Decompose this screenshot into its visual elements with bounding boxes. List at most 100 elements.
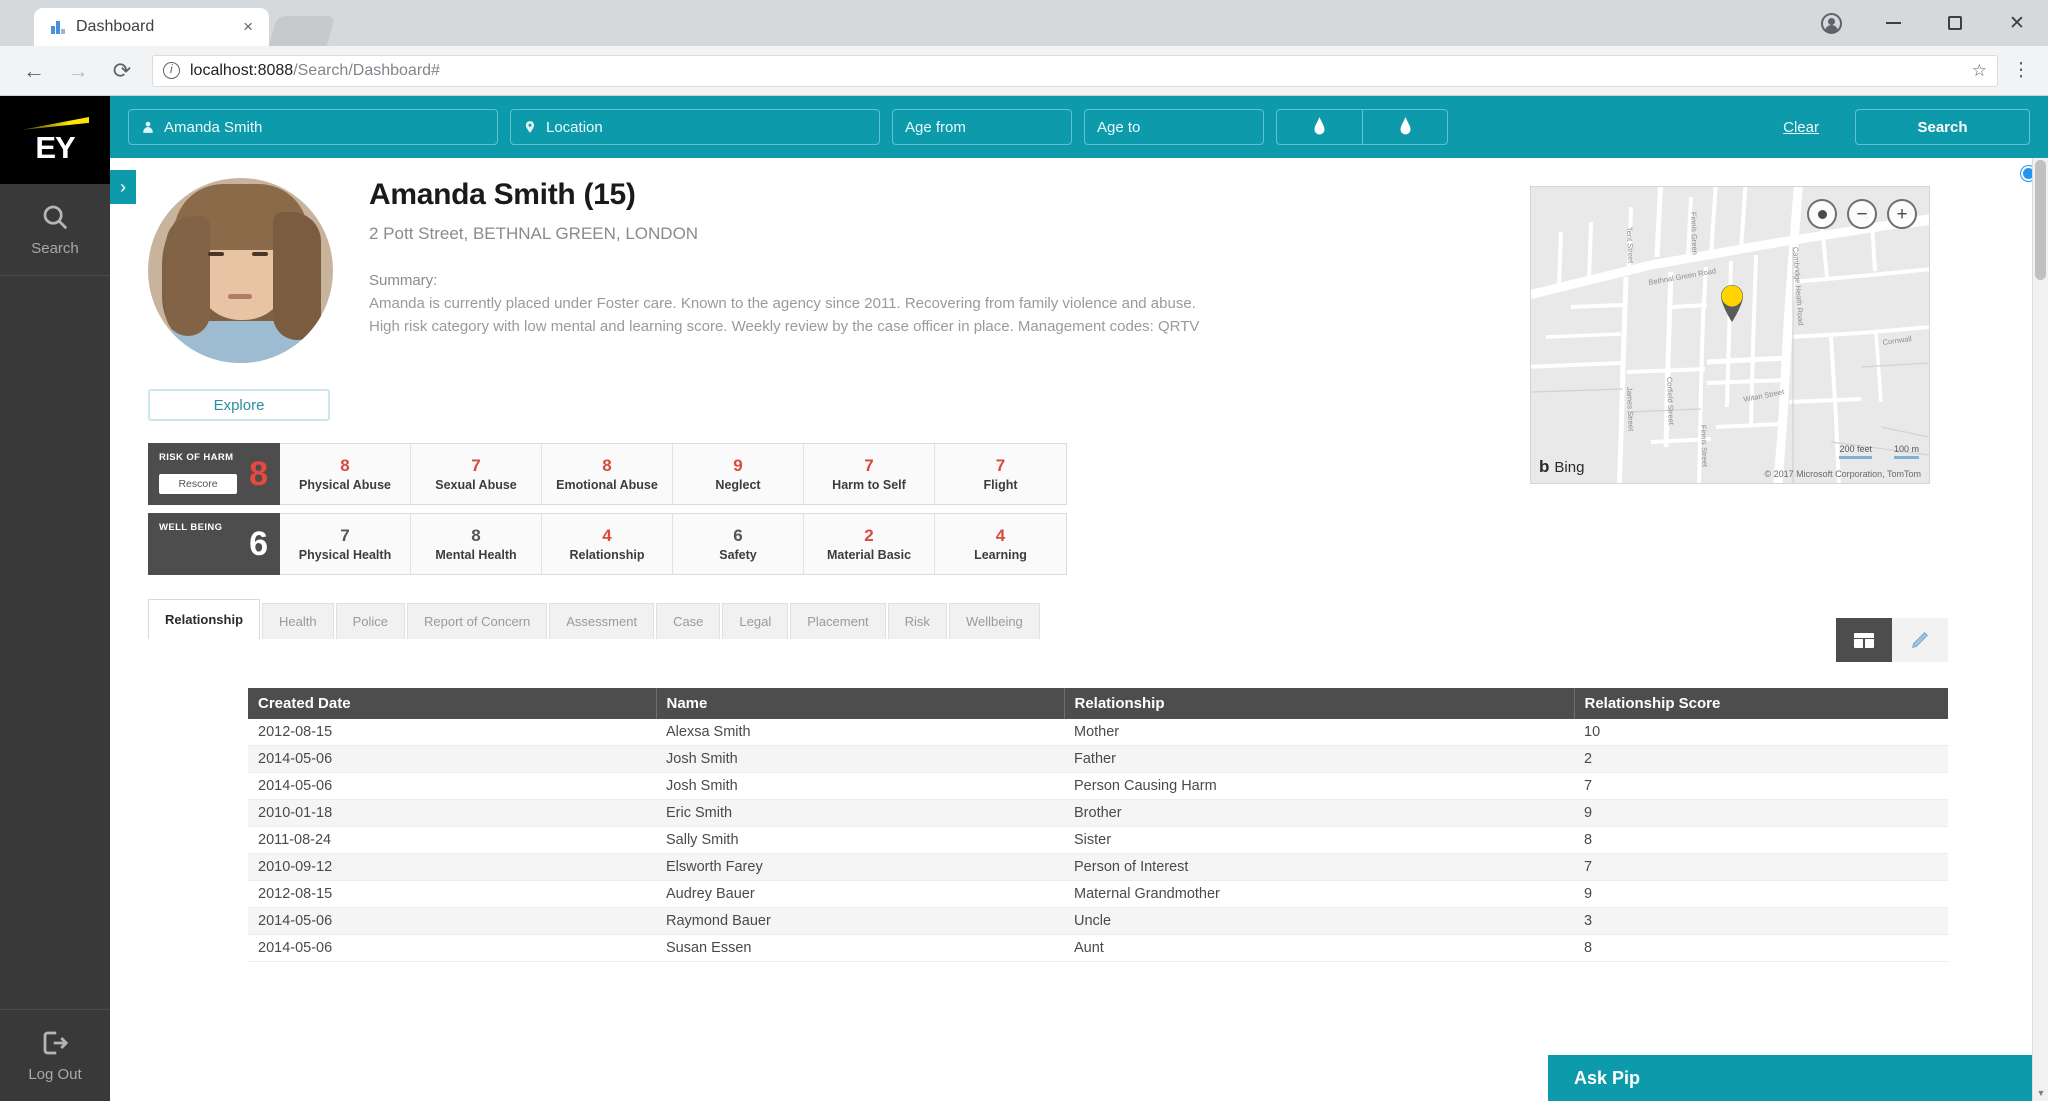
- address-bar[interactable]: localhost:8088/Search/Dashboard# ☆: [152, 55, 1998, 87]
- tab-risk[interactable]: Risk: [888, 603, 947, 639]
- site-info-icon[interactable]: [163, 62, 180, 79]
- tab-case[interactable]: Case: [656, 603, 720, 639]
- risk-of-harm-cells: 8 Physical Abuse 7 Sexual Abuse 8 Emotio…: [280, 443, 1067, 505]
- vertical-scrollbar[interactable]: ▲ ▼: [2032, 158, 2048, 1101]
- score-cell-neglect[interactable]: 9 Neglect: [673, 444, 804, 504]
- cell-relationship: Aunt: [1064, 935, 1574, 962]
- bookmark-star-icon[interactable]: ☆: [1972, 61, 1987, 81]
- tab-wellbeing[interactable]: Wellbeing: [949, 603, 1040, 639]
- maximize-button[interactable]: [1924, 0, 1986, 46]
- rescore-button[interactable]: Rescore: [159, 474, 237, 494]
- svg-text:Corfield Street: Corfield Street: [1665, 377, 1676, 426]
- search-input-location[interactable]: Location: [510, 109, 880, 145]
- score-cell-emotional-abuse[interactable]: 8 Emotional Abuse: [542, 444, 673, 504]
- gender-male-button[interactable]: [1277, 110, 1362, 144]
- cell-score: 7: [1574, 773, 1948, 800]
- application-root: EY Search Log Out: [0, 96, 2048, 1101]
- column-header-created-date[interactable]: Created Date: [248, 688, 656, 719]
- dashboard-body: › Amanda Smith (15) 2 Pott Street, BETHN…: [110, 158, 2048, 1101]
- tab-placement[interactable]: Placement: [790, 603, 885, 639]
- tab-report-of-concern[interactable]: Report of Concern: [407, 603, 547, 639]
- location-pin-icon: [523, 119, 537, 135]
- grid-view-button[interactable]: [1836, 618, 1892, 662]
- cell-relationship: Maternal Grandmother: [1064, 881, 1574, 908]
- score-cell-sexual-abuse[interactable]: 7 Sexual Abuse: [411, 444, 542, 504]
- map-scale-bar: 200 feet 100 m: [1839, 444, 1919, 459]
- reload-button[interactable]: ⟳: [100, 49, 144, 93]
- male-icon: [1313, 117, 1326, 137]
- tab-legal[interactable]: Legal: [722, 603, 788, 639]
- map-locate-button[interactable]: [1807, 199, 1837, 229]
- score-cell-learning[interactable]: 4 Learning: [935, 514, 1066, 574]
- score-cell-physical-abuse[interactable]: 8 Physical Abuse: [280, 444, 411, 504]
- map-zoom-out-button[interactable]: −: [1847, 199, 1877, 229]
- table-row[interactable]: 2014-05-06 Raymond Bauer Uncle 3: [248, 908, 1948, 935]
- well-being-cells: 7 Physical Health 8 Mental Health 4 Rela…: [280, 513, 1067, 575]
- table-row[interactable]: 2012-08-15 Audrey Bauer Maternal Grandmo…: [248, 881, 1948, 908]
- browser-menu-button[interactable]: ⋮: [2006, 59, 2036, 82]
- sidebar-spacer: [0, 276, 110, 1009]
- score-cell-flight[interactable]: 7 Flight: [935, 444, 1066, 504]
- cell-score: 7: [1574, 854, 1948, 881]
- score-label: Physical Health: [299, 548, 391, 562]
- table-row[interactable]: 2014-05-06 Susan Essen Aunt 8: [248, 935, 1948, 962]
- table-row[interactable]: 2010-09-12 Elsworth Farey Person of Inte…: [248, 854, 1948, 881]
- tab-health[interactable]: Health: [262, 603, 334, 639]
- table-row[interactable]: 2011-08-24 Sally Smith Sister 8: [248, 827, 1948, 854]
- column-header-relationship-score[interactable]: Relationship Score: [1574, 688, 1948, 719]
- cell-created-date: 2014-05-06: [248, 773, 656, 800]
- map-zoom-in-button[interactable]: +: [1887, 199, 1917, 229]
- table-head: Created Date Name Relationship Relations…: [248, 688, 1948, 719]
- score-value: 9: [733, 456, 742, 476]
- gender-female-button[interactable]: [1362, 110, 1447, 144]
- score-cell-relationship[interactable]: 4 Relationship: [542, 514, 673, 574]
- forward-button[interactable]: →: [56, 49, 100, 93]
- ask-pip-bar[interactable]: Ask Pip: [1548, 1055, 2048, 1101]
- search-button[interactable]: Search: [1855, 109, 2030, 145]
- score-label: Mental Health: [435, 548, 516, 562]
- scrollbar-thumb[interactable]: [2035, 160, 2046, 280]
- search-input-age-from[interactable]: Age from: [892, 109, 1072, 145]
- new-tab-button[interactable]: [269, 16, 336, 46]
- sidebar-item-search[interactable]: Search: [0, 184, 110, 276]
- score-cell-physical-health[interactable]: 7 Physical Health: [280, 514, 411, 574]
- table-row[interactable]: 2014-05-06 Josh Smith Person Causing Har…: [248, 773, 1948, 800]
- profile-avatar-icon[interactable]: [1800, 0, 1862, 46]
- search-input-name[interactable]: Amanda Smith: [128, 109, 498, 145]
- browser-tab-dashboard[interactable]: Dashboard ×: [34, 8, 269, 46]
- cell-created-date: 2012-08-15: [248, 881, 656, 908]
- table-row[interactable]: 2014-05-06 Josh Smith Father 2: [248, 746, 1948, 773]
- tab-assessment[interactable]: Assessment: [549, 603, 654, 639]
- cell-score: 9: [1574, 881, 1948, 908]
- minimize-button[interactable]: [1862, 0, 1924, 46]
- score-cell-mental-health[interactable]: 8 Mental Health: [411, 514, 542, 574]
- back-button[interactable]: ←: [12, 49, 56, 93]
- cell-relationship: Uncle: [1064, 908, 1574, 935]
- well-being-header: WELL BEING 6: [148, 513, 280, 575]
- table-row[interactable]: 2012-08-15 Alexsa Smith Mother 10: [248, 719, 1948, 746]
- cell-score: 8: [1574, 827, 1948, 854]
- search-location-placeholder: Location: [546, 119, 603, 136]
- location-map[interactable]: Bethnal Green Road Cambridge Heath Road …: [1530, 186, 1930, 484]
- tab-close-icon[interactable]: ×: [237, 17, 259, 37]
- table-row[interactable]: 2010-01-18 Eric Smith Brother 9: [248, 800, 1948, 827]
- clear-link[interactable]: Clear: [1783, 119, 1819, 136]
- explore-button[interactable]: Explore: [148, 389, 330, 421]
- sidebar-item-logout[interactable]: Log Out: [0, 1009, 110, 1101]
- edit-view-button[interactable]: [1892, 618, 1948, 662]
- close-window-button[interactable]: ✕: [1986, 0, 2048, 46]
- score-cell-safety[interactable]: 6 Safety: [673, 514, 804, 574]
- column-header-name[interactable]: Name: [656, 688, 1064, 719]
- tab-title: Dashboard: [76, 18, 237, 36]
- search-input-age-to[interactable]: Age to: [1084, 109, 1264, 145]
- tab-relationship[interactable]: Relationship: [148, 599, 260, 639]
- panel-expander-button[interactable]: ›: [110, 170, 136, 204]
- person-icon: [141, 119, 155, 135]
- score-cell-harm-to-self[interactable]: 7 Harm to Self: [804, 444, 935, 504]
- svg-text:Finnis Street: Finnis Street: [1699, 425, 1709, 468]
- record-tabs: Relationship Health Police Report of Con…: [148, 599, 2048, 639]
- column-header-relationship[interactable]: Relationship: [1064, 688, 1574, 719]
- score-cell-material-basic[interactable]: 2 Material Basic: [804, 514, 935, 574]
- tab-police[interactable]: Police: [336, 603, 405, 639]
- scroll-down-arrow[interactable]: ▼: [2033, 1085, 2048, 1101]
